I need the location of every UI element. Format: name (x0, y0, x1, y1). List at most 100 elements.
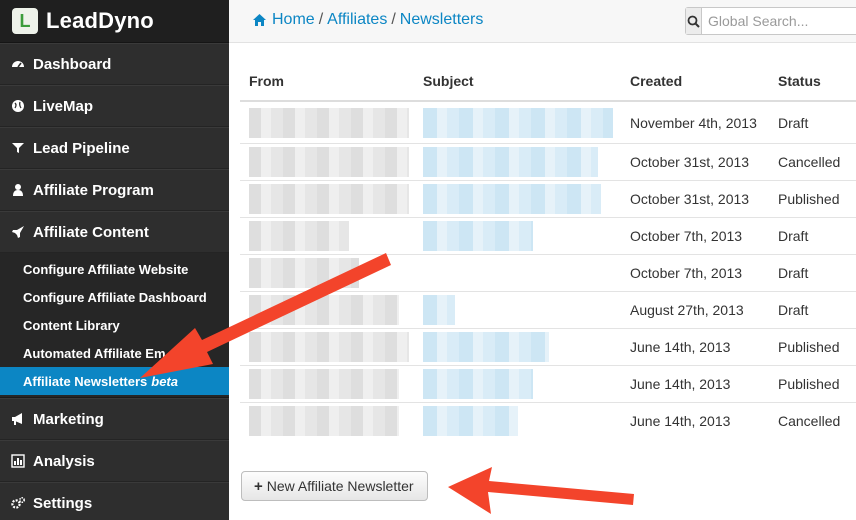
from-cell-redacted (240, 365, 414, 403)
sidebar-item-label: Marketing (33, 410, 104, 428)
status-cell: Draft (769, 217, 856, 255)
subject-cell-redacted[interactable] (414, 217, 621, 255)
table-row[interactable]: October 31st, 2013 Cancelled (240, 143, 856, 181)
sidebar-item-affiliate-content[interactable]: Affiliate Content (0, 211, 229, 253)
subject-cell-redacted[interactable] (414, 254, 621, 292)
status-cell: Draft (769, 100, 856, 144)
sidebar-subitem-label: Configure Affiliate Website (23, 261, 189, 277)
created-cell: June 14th, 2013 (621, 402, 769, 439)
sidebar-subitem-label: Content Library (23, 317, 120, 333)
table-row[interactable]: June 14th, 2013 Published (240, 328, 856, 366)
created-cell: August 27th, 2013 (621, 291, 769, 329)
table-row[interactable]: October 7th, 2013 Draft (240, 217, 856, 255)
brand[interactable]: L LeadDyno (0, 0, 229, 43)
newsletters-table-container: From Subject Created Status November 4th… (240, 62, 856, 439)
created-cell: October 7th, 2013 (621, 217, 769, 255)
beta-badge: beta (151, 373, 178, 389)
leaddyno-logo-icon: L (12, 8, 38, 34)
sidebar-subitem-configure-affiliate-website[interactable]: Configure Affiliate Website (0, 255, 229, 283)
status-cell: Published (769, 180, 856, 218)
table-row[interactable]: November 4th, 2013 Draft (240, 100, 856, 144)
sidebar-item-livemap[interactable]: LiveMap (0, 85, 229, 127)
status-cell: Published (769, 365, 856, 403)
created-cell: November 4th, 2013 (621, 100, 769, 144)
global-search (685, 7, 856, 35)
sidebar-item-analysis[interactable]: Analysis (0, 440, 229, 482)
created-cell: June 14th, 2013 (621, 365, 769, 403)
status-cell: Draft (769, 291, 856, 329)
table-header-row: From Subject Created Status (240, 62, 856, 102)
column-header-subject[interactable]: Subject (414, 62, 621, 102)
sidebar-item-marketing[interactable]: Marketing (0, 398, 229, 440)
bar-chart-icon (11, 454, 25, 468)
breadcrumb-newsletters-link[interactable]: Newsletters (400, 11, 484, 29)
rocket-icon (11, 225, 25, 239)
sidebar-item-label: Settings (33, 494, 93, 512)
sidebar-item-lead-pipeline[interactable]: Lead Pipeline (0, 127, 229, 169)
created-cell: June 14th, 2013 (621, 328, 769, 366)
sidebar-item-settings[interactable]: Settings (0, 482, 229, 520)
filter-icon (11, 141, 25, 155)
column-header-created[interactable]: Created (621, 62, 769, 102)
new-affiliate-newsletter-button[interactable]: + New Affiliate Newsletter (241, 471, 428, 501)
sidebar-subitem-label: Affiliate Newsletters (23, 373, 148, 389)
sidebar-subitem-automated-affiliate-emails[interactable]: Automated Affiliate Em (0, 339, 229, 367)
sidebar-item-label: Analysis (33, 452, 95, 470)
table-row[interactable]: October 31st, 2013 Published (240, 180, 856, 218)
globe-icon (11, 99, 25, 113)
sidebar-item-label: Dashboard (33, 55, 112, 73)
sidebar-subitem-configure-affiliate-dashboard[interactable]: Configure Affiliate Dashboard (0, 283, 229, 311)
table-row[interactable]: June 14th, 2013 Published (240, 365, 856, 403)
subject-cell-redacted[interactable] (414, 402, 621, 439)
sidebar-item-label: Lead Pipeline (33, 139, 130, 157)
bullhorn-icon (11, 412, 25, 426)
search-icon[interactable] (686, 8, 702, 34)
breadcrumb-home-link[interactable]: Home (272, 11, 315, 29)
subject-cell-redacted[interactable] (414, 328, 621, 366)
brand-name: LeadDyno (46, 8, 154, 33)
sidebar-subitem-content-library[interactable]: Content Library (0, 311, 229, 339)
sidebar-item-label: Affiliate Content (33, 223, 149, 241)
sidebar-item-label: LiveMap (33, 97, 94, 115)
header-bar: Home / Affiliates / Newsletters (229, 0, 856, 43)
created-cell: October 7th, 2013 (621, 254, 769, 292)
subject-cell-redacted[interactable] (414, 365, 621, 403)
from-cell-redacted (240, 217, 414, 255)
user-icon (11, 183, 25, 197)
gears-icon (11, 496, 25, 510)
sidebar-subitem-label: Automated Affiliate Em (23, 345, 166, 361)
column-header-from[interactable]: From (240, 62, 414, 102)
sidebar-item-label: Affiliate Program (33, 181, 154, 199)
plus-icon: + (254, 477, 263, 495)
dashboard-icon (11, 57, 25, 71)
from-cell-redacted (240, 143, 414, 181)
subject-cell-redacted[interactable] (414, 180, 621, 218)
table-row[interactable]: October 7th, 2013 Draft (240, 254, 856, 292)
created-cell: October 31st, 2013 (621, 143, 769, 181)
from-cell-redacted (240, 180, 414, 218)
from-cell-redacted (240, 100, 414, 144)
sidebar-item-dashboard[interactable]: Dashboard (0, 43, 229, 85)
subject-cell-redacted[interactable] (414, 143, 621, 181)
breadcrumb-separator: / (391, 11, 396, 28)
table-row[interactable]: June 14th, 2013 Cancelled (240, 402, 856, 439)
column-header-status[interactable]: Status (769, 62, 856, 102)
sidebar-subitem-affiliate-newsletters[interactable]: Affiliate Newsletters beta (0, 367, 229, 395)
table-row[interactable]: August 27th, 2013 Draft (240, 291, 856, 329)
sidebar-subitem-label: Configure Affiliate Dashboard (23, 289, 207, 305)
breadcrumb-affiliates-link[interactable]: Affiliates (327, 11, 387, 29)
created-cell: October 31st, 2013 (621, 180, 769, 218)
annotation-arrow-button (448, 467, 634, 514)
breadcrumb-separator: / (318, 11, 324, 28)
newsletters-table: From Subject Created Status November 4th… (240, 62, 856, 439)
subject-cell-redacted[interactable] (414, 100, 621, 144)
status-cell: Published (769, 328, 856, 366)
sidebar-item-affiliate-program[interactable]: Affiliate Program (0, 169, 229, 211)
subject-cell-redacted[interactable] (414, 291, 621, 329)
from-cell-redacted (240, 254, 414, 292)
from-cell-redacted (240, 291, 414, 329)
from-cell-redacted (240, 328, 414, 366)
status-cell: Cancelled (769, 402, 856, 439)
home-icon[interactable] (252, 13, 267, 27)
global-search-input[interactable] (702, 8, 856, 34)
